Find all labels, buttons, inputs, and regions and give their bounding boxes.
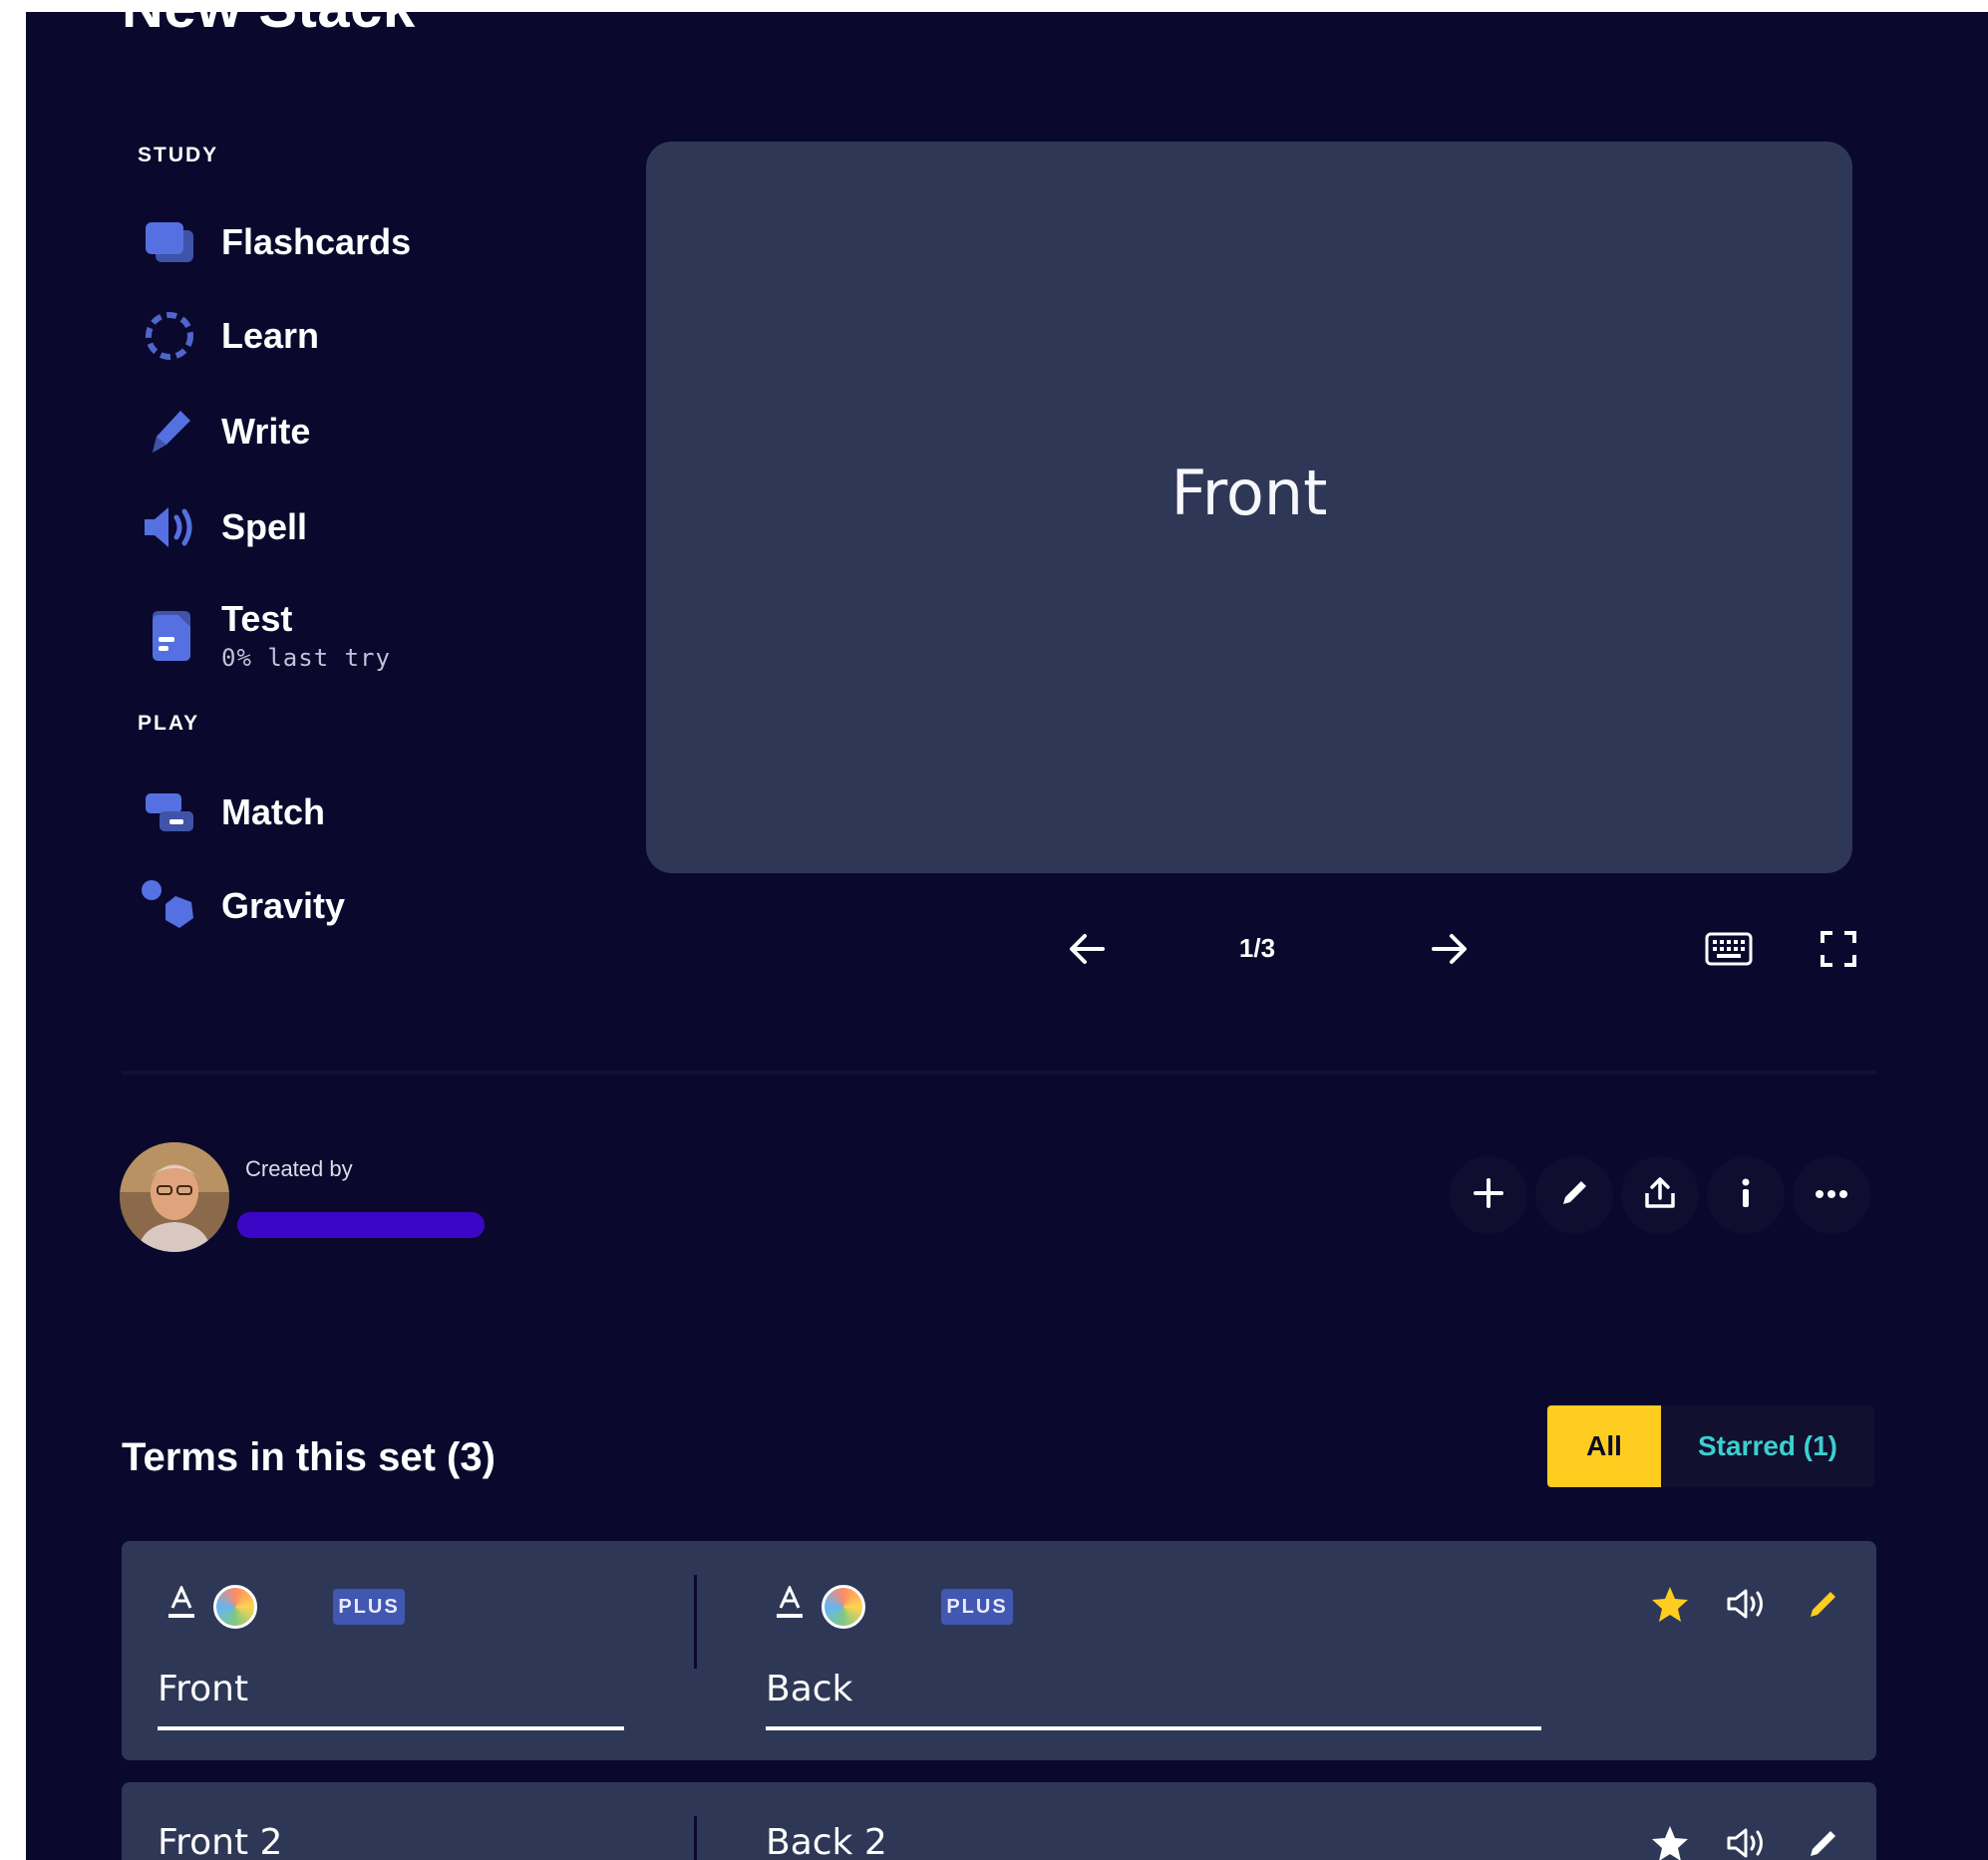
flashcard[interactable]: Front <box>646 142 1852 873</box>
sidebar-item-label: Learn <box>221 315 320 356</box>
sidebar-item-label: Flashcards <box>221 221 412 262</box>
image-color-icon <box>822 1585 865 1629</box>
text-format-button[interactable] <box>162 1583 201 1627</box>
filter-all-button[interactable]: All <box>1547 1405 1661 1487</box>
star-button[interactable] <box>1645 1581 1695 1631</box>
audio-button[interactable] <box>1721 1820 1771 1860</box>
keyboard-icon <box>1705 932 1753 971</box>
term-divider <box>694 1575 697 1669</box>
sidebar-item-label: Gravity <box>221 885 346 926</box>
image-color-icon <box>213 1585 257 1629</box>
audio-button[interactable] <box>1721 1581 1771 1631</box>
flashcard-text: Front <box>1170 456 1328 529</box>
previous-card-button[interactable] <box>1059 923 1115 979</box>
share-icon <box>1643 1176 1677 1215</box>
play-section-label: PLAY <box>138 712 200 735</box>
more-icon <box>1815 1186 1848 1204</box>
keyboard-shortcuts-button[interactable] <box>1701 923 1757 979</box>
creator-name[interactable] <box>237 1212 485 1238</box>
test-icon <box>140 605 199 665</box>
flashcards-icon <box>140 212 199 272</box>
fullscreen-button[interactable] <box>1811 923 1866 979</box>
sidebar-item-label: Write <box>221 411 311 452</box>
write-icon <box>140 402 199 462</box>
sidebar-item-learn[interactable]: Learn <box>140 301 319 371</box>
term-back-field[interactable]: Back <box>766 1669 852 1709</box>
created-by-label: Created by <box>245 1156 353 1181</box>
app-window: New Stack STUDY Flashcards Learn Write <box>26 12 1988 1860</box>
text-format-icon <box>775 1583 805 1625</box>
pencil-icon <box>1807 1826 1840 1860</box>
avatar[interactable] <box>120 1142 229 1252</box>
text-format-button[interactable] <box>770 1583 810 1627</box>
pencil-icon <box>1807 1587 1840 1626</box>
edit-term-button[interactable] <box>1799 1820 1848 1860</box>
term-front-field[interactable]: Front <box>158 1669 248 1709</box>
star-filled-icon <box>1650 1585 1690 1628</box>
spell-icon <box>140 497 199 557</box>
sidebar-item-flashcards[interactable]: Flashcards <box>140 207 411 277</box>
next-card-button[interactable] <box>1422 923 1478 979</box>
term-row: PLUS Front PLUS Back <box>122 1541 1876 1760</box>
sidebar-item-label: Test <box>221 598 293 639</box>
edit-button[interactable] <box>1535 1156 1613 1234</box>
term-front-underline <box>158 1726 624 1730</box>
filter-starred-button[interactable]: Starred (1) <box>1661 1405 1874 1487</box>
section-divider <box>122 1071 1876 1075</box>
arrow-left-icon <box>1067 931 1107 972</box>
speaker-icon <box>1726 1587 1766 1626</box>
edit-term-button[interactable] <box>1799 1581 1848 1631</box>
plus-badge[interactable]: PLUS <box>941 1589 1013 1625</box>
gravity-icon <box>140 876 199 936</box>
sidebar-item-match[interactable]: Match <box>140 777 325 847</box>
speaker-icon <box>1726 1826 1766 1860</box>
text-format-icon <box>166 1583 196 1625</box>
star-icon <box>1650 1824 1690 1860</box>
info-icon <box>1739 1177 1753 1214</box>
study-section-label: STUDY <box>138 144 219 166</box>
more-options-button[interactable] <box>1793 1156 1870 1234</box>
sidebar-item-write[interactable]: Write <box>140 397 310 466</box>
match-icon <box>140 782 199 842</box>
term-back-field[interactable]: Back 2 <box>766 1822 887 1860</box>
sidebar-item-label: Spell <box>221 506 308 547</box>
arrow-right-icon <box>1430 931 1470 972</box>
terms-heading: Terms in this set (3) <box>122 1435 496 1479</box>
term-divider <box>694 1816 697 1860</box>
image-button[interactable] <box>211 1583 259 1631</box>
info-button[interactable] <box>1707 1156 1785 1234</box>
plus-badge[interactable]: PLUS <box>333 1589 405 1625</box>
plus-icon <box>1473 1177 1504 1214</box>
image-button[interactable] <box>820 1583 867 1631</box>
test-score: 0% last try <box>221 644 391 672</box>
learn-icon <box>140 306 199 366</box>
terms-filter: All Starred (1) <box>1547 1405 1874 1487</box>
pencil-icon <box>1558 1177 1590 1214</box>
term-front-field[interactable]: Front 2 <box>158 1822 282 1860</box>
page-title: New Stack <box>122 12 416 41</box>
add-button[interactable] <box>1450 1156 1527 1234</box>
fullscreen-icon <box>1820 930 1857 973</box>
sidebar-item-label: Match <box>221 791 326 832</box>
term-row: Front 2 Back 2 <box>122 1782 1876 1860</box>
sidebar-item-gravity[interactable]: Gravity <box>140 871 345 941</box>
term-back-underline <box>766 1726 1541 1730</box>
card-counter: 1/3 <box>1238 933 1276 963</box>
sidebar-item-test[interactable]: Test 0% last try <box>140 590 391 680</box>
share-button[interactable] <box>1621 1156 1699 1234</box>
star-button[interactable] <box>1645 1820 1695 1860</box>
sidebar-item-spell[interactable]: Spell <box>140 492 307 562</box>
